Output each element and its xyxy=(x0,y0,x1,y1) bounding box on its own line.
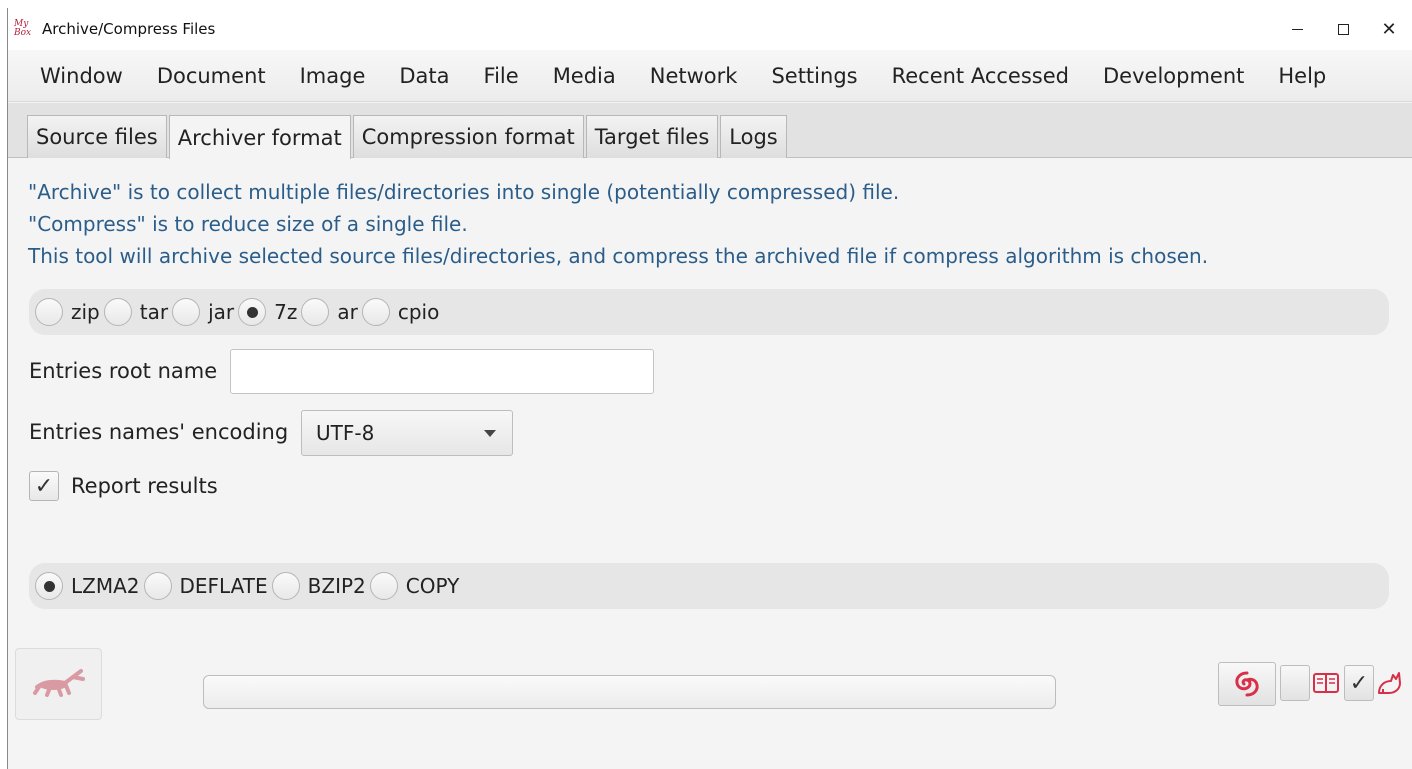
minimize-icon[interactable] xyxy=(1274,8,1320,50)
radio-bzip2-button[interactable] xyxy=(271,572,300,600)
archiver-format-panel: "Archive" is to collect multiple files/d… xyxy=(8,158,1412,769)
checkbox-checked-icon[interactable]: ✓ xyxy=(29,471,59,501)
radio-zip-label: zip xyxy=(71,300,100,324)
menu-window[interactable]: Window xyxy=(30,64,140,88)
radio-zip-button[interactable] xyxy=(35,298,63,326)
radio-cpio[interactable]: cpio xyxy=(361,298,440,326)
encoding-select[interactable]: UTF-8 xyxy=(301,410,513,456)
report-results-label: Report results xyxy=(71,474,218,498)
radio-cpio-button[interactable] xyxy=(361,298,390,326)
radio-deflate[interactable]: DEFLATE xyxy=(143,572,268,600)
radio-jar-label: jar xyxy=(208,300,235,324)
menu-settings[interactable]: Settings xyxy=(754,64,874,88)
radio-copy-label: COPY xyxy=(405,574,460,598)
radio-copy-button[interactable] xyxy=(369,572,398,600)
info-line-compress: "Compress" is to reduce size of a single… xyxy=(28,212,468,236)
radio-jar[interactable]: jar xyxy=(172,298,234,326)
tab-archiver-format[interactable]: Archiver format xyxy=(168,115,351,159)
menu-recent-accessed[interactable]: Recent Accessed xyxy=(875,64,1086,88)
tab-source-files[interactable]: Source files xyxy=(27,115,167,158)
cat-button[interactable] xyxy=(1374,665,1404,701)
cat-icon xyxy=(1378,672,1401,694)
menu-file[interactable]: File xyxy=(467,64,536,88)
menu-data[interactable]: Data xyxy=(382,64,466,88)
book-icon xyxy=(1313,673,1339,693)
start-button[interactable] xyxy=(15,648,102,720)
title-bar: My Box Archive/Compress Files ✕ xyxy=(8,8,1412,50)
archiver-radio-group: zip tar jar 7z ar cpio xyxy=(29,289,1389,335)
radio-bzip2-label: BZIP2 xyxy=(307,574,366,598)
app-logo-icon: My Box xyxy=(14,18,36,40)
radio-7z[interactable]: 7z xyxy=(238,298,297,326)
radio-deflate-button[interactable] xyxy=(143,572,172,600)
menu-help[interactable]: Help xyxy=(1261,64,1343,88)
info-line-archive: "Archive" is to collect multiple files/d… xyxy=(28,180,900,204)
progress-bar xyxy=(203,675,1056,709)
pin-toggle[interactable] xyxy=(1280,665,1310,701)
radio-deflate-label: DEFLATE xyxy=(179,574,268,598)
chevron-down-icon xyxy=(484,430,496,437)
window-controls: ✕ xyxy=(1274,8,1412,50)
radio-lzma2-label: LZMA2 xyxy=(71,574,140,598)
shell-icon xyxy=(1235,671,1259,697)
menu-network[interactable]: Network xyxy=(633,64,755,88)
check-toggle[interactable]: ✓ xyxy=(1344,665,1374,701)
radio-tar-button[interactable] xyxy=(103,298,132,326)
report-results-checkbox[interactable]: ✓ Report results xyxy=(29,471,218,501)
menu-media[interactable]: Media xyxy=(536,64,633,88)
window-title: Archive/Compress Files xyxy=(42,20,216,38)
menu-document[interactable]: Document xyxy=(140,64,283,88)
entries-root-label: Entries root name xyxy=(29,359,218,383)
radio-ar[interactable]: ar xyxy=(301,298,358,326)
radio-jar-button[interactable] xyxy=(172,298,201,326)
info-line-tool: This tool will archive selected source f… xyxy=(28,244,1209,268)
radio-7z-label: 7z xyxy=(274,300,298,324)
tab-bar: Source files Archiver format Compression… xyxy=(8,103,1412,159)
radio-7z-button[interactable] xyxy=(238,298,267,326)
radio-cpio-label: cpio xyxy=(397,300,440,324)
radio-bzip2[interactable]: BZIP2 xyxy=(271,572,366,600)
close-icon[interactable]: ✕ xyxy=(1366,8,1412,50)
encoding-value: UTF-8 xyxy=(316,421,375,445)
deer-icon xyxy=(32,669,85,697)
entries-root-input[interactable] xyxy=(230,349,654,394)
book-button[interactable] xyxy=(1310,665,1342,701)
tab-logs[interactable]: Logs xyxy=(720,115,787,158)
maximize-icon[interactable] xyxy=(1320,8,1366,50)
app-window: My Box Archive/Compress Files ✕ Window D… xyxy=(7,8,1412,769)
radio-ar-label: ar xyxy=(337,300,358,324)
radio-copy[interactable]: COPY xyxy=(369,572,460,600)
shell-button[interactable] xyxy=(1218,662,1276,706)
menu-bar: Window Document Image Data File Media Ne… xyxy=(8,50,1412,102)
menu-image[interactable]: Image xyxy=(283,64,383,88)
radio-tar-label: tar xyxy=(139,300,169,324)
tab-target-files[interactable]: Target files xyxy=(585,115,719,158)
logo-text-bottom: Box xyxy=(14,28,32,38)
encoding-label: Entries names' encoding xyxy=(29,420,289,444)
radio-lzma2-button[interactable] xyxy=(35,572,63,600)
menu-development[interactable]: Development xyxy=(1086,64,1261,88)
radio-lzma2[interactable]: LZMA2 xyxy=(35,572,140,600)
desktop-strip xyxy=(0,0,1412,8)
radio-zip[interactable]: zip xyxy=(35,298,100,326)
tab-compression-format[interactable]: Compression format xyxy=(352,115,584,158)
radio-ar-button[interactable] xyxy=(301,298,330,326)
compression-radio-group: LZMA2 DEFLATE BZIP2 COPY xyxy=(29,563,1389,609)
radio-tar[interactable]: tar xyxy=(103,298,169,326)
info-text: "Archive" is to collect multiple files/d… xyxy=(28,176,1208,272)
